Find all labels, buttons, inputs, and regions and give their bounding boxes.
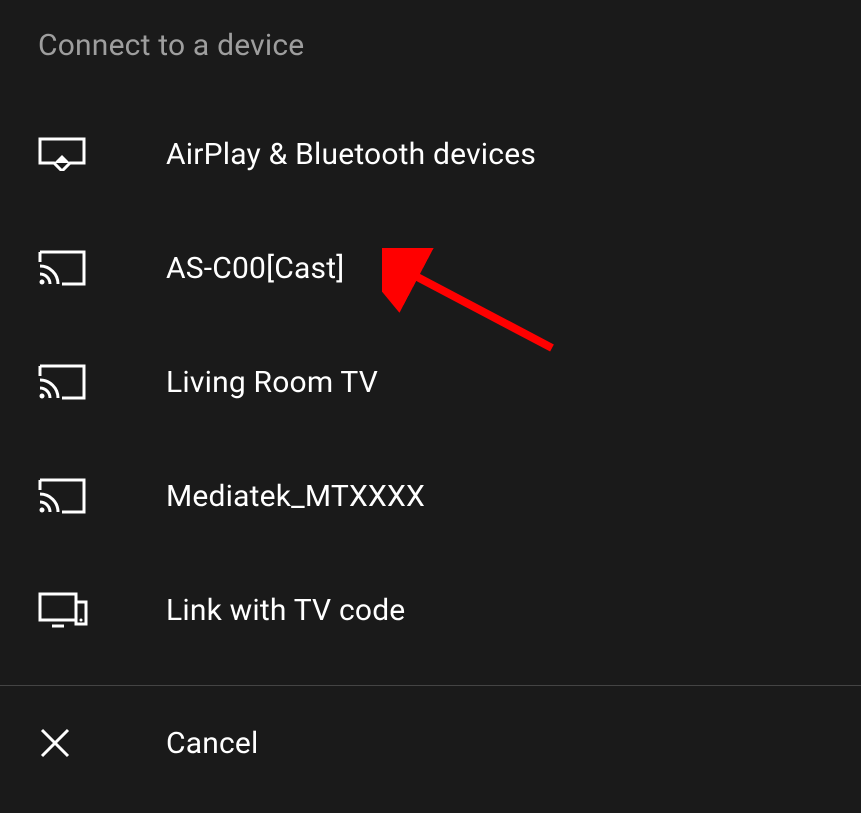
airplay-icon: [38, 134, 88, 174]
close-icon: [38, 723, 88, 763]
cancel-button[interactable]: Cancel: [0, 686, 861, 800]
cancel-label: Cancel: [166, 726, 259, 761]
device-item-label: Mediatek_MTXXXX: [166, 479, 425, 514]
tv-code-icon: [38, 590, 88, 630]
device-item-airplay-bluetooth[interactable]: AirPlay & Bluetooth devices: [0, 97, 861, 211]
device-item-as-c00[interactable]: AS-C00[Cast]: [0, 211, 861, 325]
device-item-label: Living Room TV: [166, 365, 378, 400]
cast-icon: [38, 362, 88, 402]
device-item-label: Link with TV code: [166, 593, 405, 628]
dialog-title: Connect to a device: [0, 0, 861, 97]
cast-icon: [38, 476, 88, 516]
device-item-living-room-tv[interactable]: Living Room TV: [0, 325, 861, 439]
dialog-title-text: Connect to a device: [38, 28, 304, 63]
device-item-label: AS-C00[Cast]: [166, 251, 344, 286]
device-item-link-tv-code[interactable]: Link with TV code: [0, 553, 861, 667]
device-item-mediatek[interactable]: Mediatek_MTXXXX: [0, 439, 861, 553]
device-item-label: AirPlay & Bluetooth devices: [166, 137, 536, 172]
cast-icon: [38, 248, 88, 288]
cast-device-dialog: Connect to a device AirPlay & Bluetooth …: [0, 0, 861, 813]
